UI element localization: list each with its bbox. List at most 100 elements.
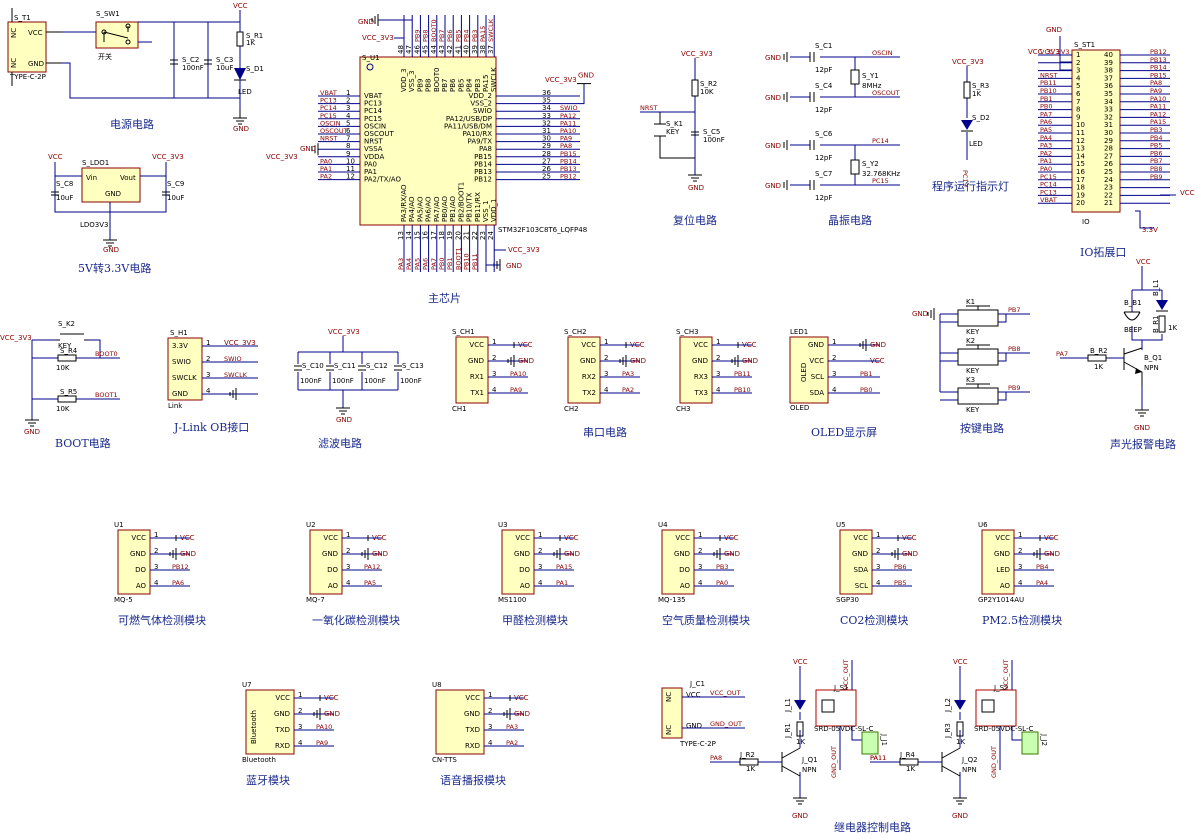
io-pin-num: 25 <box>1104 168 1113 176</box>
module-pin-num: 3 <box>538 563 542 571</box>
mcu-pin-name: PB8 <box>425 79 433 92</box>
module-pin-name: GND <box>514 550 530 558</box>
io-pin-num: 11 <box>1076 129 1085 137</box>
module-net-label: VCC <box>630 341 645 349</box>
title-co2: CO2检测模块 <box>840 613 908 627</box>
oled-part: OLED <box>790 404 809 412</box>
jlink-net-label: SWCLK <box>224 371 248 379</box>
relay-gnd-icon <box>793 797 807 805</box>
title-ms1100: 甲醛检测模块 <box>502 613 568 627</box>
io-net-label: PA15 <box>1150 118 1166 126</box>
module-net-label: PA5 <box>364 579 376 587</box>
relay-vcc: VCC <box>793 658 808 666</box>
module-net-label: PA9 <box>510 386 522 394</box>
d1-led-icon <box>234 68 246 80</box>
module-net-label: GND <box>518 357 534 365</box>
alarm-r2-ref: B_R2 <box>1090 347 1108 355</box>
mcu-circuit: S_U1 STM32F103C8T6_LQFP48 1 VBATVBAT2 PC13… <box>266 14 594 305</box>
relay-terminal-icon <box>861 731 879 755</box>
module-pin-num: 2 <box>1018 547 1022 555</box>
module-pin-name: AO <box>328 582 339 590</box>
title-mq5: 可燃气体检测模块 <box>118 613 206 627</box>
crystal-gnd-2: GND <box>765 94 781 102</box>
module-part: CH3 <box>676 405 691 413</box>
io-net-label: PA7 <box>1040 110 1052 118</box>
mcu-pin-num: 42 <box>446 45 454 54</box>
module-U8: U8 CN-TTS VCC 1 VCC GND 2 GND TXD 3 PA3 RXD 4 PA2 <box>432 681 530 764</box>
key-switch: K1 KEY PB7 <box>940 298 1030 336</box>
io-net-label: PB5 <box>1150 142 1163 150</box>
title-mq135: 空气质量检测模块 <box>662 613 750 627</box>
io-net-label: PC14 <box>1040 181 1057 189</box>
usb-pin-nc: NC <box>10 28 18 38</box>
filter-cap-value: 100nF <box>300 377 322 385</box>
io-net-label: PA12 <box>1150 110 1166 118</box>
c7-value: 12pF <box>815 194 832 202</box>
oled-net-label: VCC <box>870 357 885 365</box>
key-switch: K2 KEY PB8 <box>940 337 1030 375</box>
mcu-pin-name: PA3/RX/AO <box>400 184 408 222</box>
io-pin-num: 27 <box>1104 152 1113 160</box>
mcu-pin-num: 47 <box>405 45 413 54</box>
mcu-pin-name: PB0/AO <box>441 195 449 222</box>
module-net-label: VCC <box>518 341 533 349</box>
status-led-circuit: VCC_3V3 S_R3 1K S_D2 LED PC13 程序运行指示灯 <box>932 58 1009 193</box>
mcu-pin-num: 46 <box>413 45 421 54</box>
relay-gnd-label: GND <box>952 812 968 820</box>
module-pin-name: VCC <box>275 694 290 702</box>
keys-gnd: GND <box>912 310 928 318</box>
mcu-pin-name: SWCLK <box>490 67 498 92</box>
module-S_CH3: S_CH3 CH3 VCC 1 VCC GND 2 GND RX3 3 PB11 TX3 4 PB10 <box>676 328 758 413</box>
filter-cap-ref: S_C10 <box>302 362 324 370</box>
io-pin-num: 22 <box>1104 191 1113 199</box>
mcu-pin-name: PB2/BOOT1 <box>457 182 465 222</box>
module-pin-name: TX2 <box>581 389 596 397</box>
io-header: S_ST1 VCC_3V3 GND IO 3.3V VCC 1 VCC_3V3 23… <box>1028 26 1195 259</box>
relay-r2-value: 1K <box>906 765 915 773</box>
module-pin-num: 1 <box>876 531 880 539</box>
module-net-label: PA0 <box>716 579 728 587</box>
module-pin-name: VCC <box>515 534 530 542</box>
filter-cap-ref: S_C11 <box>334 362 356 370</box>
io-net-label: PB3 <box>1150 126 1163 134</box>
io-net-label: PA0 <box>1040 165 1052 173</box>
module-pin-name: GND <box>130 550 146 558</box>
io-net-label: PB0 <box>1040 103 1053 111</box>
mcu-pin-name: PB6 <box>449 78 457 92</box>
relay-gndout: GND_OUT <box>990 746 998 778</box>
alarm-vcc: VCC <box>1136 258 1151 266</box>
filter-caps: S_C10 100nF S_C11 100nF S_C12 100nF S_C13 100nF <box>294 362 424 385</box>
module-pin-num: 2 <box>876 547 880 555</box>
oled-ref: LED1 <box>790 328 808 336</box>
module-pin-name: VCC <box>853 534 868 542</box>
c3-value: 10uF <box>216 64 233 72</box>
uart-circuits: 串口电路 S_CH1 CH1 VCC 1 VCC GND 2 GND RX1 3 PA10 TX1 4 P… <box>452 328 758 439</box>
filter-cap-value: 100nF <box>400 377 422 385</box>
module-pin-num: 2 <box>538 547 542 555</box>
io-pin-num: 20 <box>1076 199 1085 207</box>
module-net-label: PA12 <box>364 563 380 571</box>
module-pin-num: 3 <box>716 370 720 378</box>
module-pin-name: VCC <box>693 341 708 349</box>
io-net-label: PB14 <box>1150 64 1167 72</box>
usb-part: TYPE-C-2P <box>9 73 46 81</box>
module-net-label: PA10 <box>316 723 332 731</box>
jlink-circuit: S_H1 Link 3.3V 1 VCC_3V3 SWIO 2 SWIO SWCLK 3 SWC… <box>167 329 258 434</box>
mcu-pin-name: BOOT0 <box>433 68 441 92</box>
io-pin-num: 3 <box>1076 67 1080 75</box>
title-uart: 串口电路 <box>583 426 627 439</box>
jlink-pin-name: 3.3V <box>172 342 188 350</box>
module-pin-num: 4 <box>492 386 497 394</box>
c3-ref: S_C3 <box>216 56 233 64</box>
io-pin-num: 8 <box>1076 106 1080 114</box>
io-pin-num: 7 <box>1076 98 1080 106</box>
io-net-label: PA10 <box>1150 95 1166 103</box>
boot0-net: BOOT0 <box>95 350 118 358</box>
module-pin-name: AO <box>520 582 531 590</box>
k1-ref: S_K1 <box>666 120 683 128</box>
keys-gnd-icon <box>927 308 935 320</box>
mcu-pin-num: 15 <box>413 231 421 240</box>
relay-net: PA8 <box>710 754 722 762</box>
module-pin-num: 4 <box>488 739 493 747</box>
io-net-label: PB9 <box>1150 173 1163 181</box>
